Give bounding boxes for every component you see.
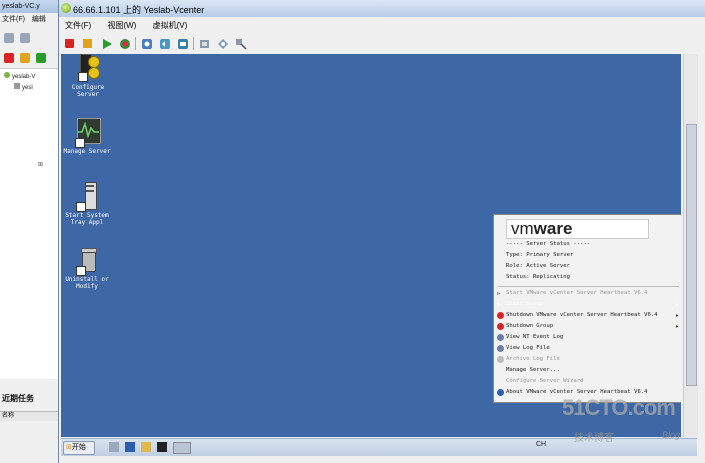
pause-icon[interactable] bbox=[20, 53, 30, 63]
bg-menu-edit[interactable]: 编辑 bbox=[32, 16, 46, 23]
network-icon[interactable] bbox=[235, 37, 247, 50]
guest-desktop[interactable]: Configure Server Manage Server Start Sys… bbox=[61, 54, 681, 437]
desktop-icon-start-system-tray[interactable]: Start System Tray Appl bbox=[61, 182, 113, 226]
console-title: 66.66.1.101 上的 Yeslab-Vcenter bbox=[73, 5, 205, 15]
toolbar-separator bbox=[135, 37, 136, 50]
watermark-caption: 技术博客 bbox=[574, 433, 614, 444]
power-on-icon[interactable] bbox=[101, 37, 113, 49]
cd-icon[interactable] bbox=[199, 37, 211, 49]
manage-server-icon bbox=[75, 118, 101, 148]
powershell-icon[interactable] bbox=[125, 442, 135, 452]
vmware-logo: vmware bbox=[506, 219, 649, 239]
watermark-blog: Blog bbox=[662, 430, 681, 440]
background-menu: 文件(F) 编辑 bbox=[0, 14, 60, 25]
cmd-icon[interactable] bbox=[157, 442, 167, 452]
play-icon[interactable] bbox=[36, 53, 46, 63]
back-icon[interactable] bbox=[4, 33, 14, 43]
snapshot-manager-icon[interactable] bbox=[177, 37, 189, 49]
info-icon bbox=[497, 389, 504, 396]
scroll-thumb[interactable] bbox=[686, 124, 697, 386]
archive-icon bbox=[497, 356, 504, 363]
stop-icon bbox=[497, 312, 504, 319]
watermark-site: 51CTO.com bbox=[562, 395, 676, 420]
watermark: 51CTO.com 技术博客 Blog bbox=[562, 395, 702, 455]
vsphere-icon bbox=[61, 3, 71, 13]
tree-expander[interactable]: ⊞ bbox=[38, 161, 43, 168]
submenu-arrow-icon: ▸ bbox=[675, 312, 679, 319]
snapshot-icon[interactable] bbox=[141, 37, 153, 49]
forward-icon[interactable] bbox=[20, 33, 30, 43]
desktop-icon-label: Uninstall or Modify bbox=[65, 276, 109, 290]
datacenter-icon bbox=[14, 83, 20, 89]
menu-separator bbox=[498, 286, 679, 287]
play-icon: ▶ bbox=[497, 290, 501, 297]
revert-snapshot-icon[interactable] bbox=[159, 37, 171, 49]
menu-file[interactable]: 文件(F) bbox=[65, 21, 91, 30]
name-column-header[interactable]: 名称 bbox=[0, 411, 60, 421]
desktop-icon-configure-server[interactable]: Configure Server bbox=[62, 54, 114, 98]
start-button[interactable]: ⊞开始 bbox=[63, 441, 95, 455]
console-toolbar bbox=[59, 34, 705, 52]
menu-view[interactable]: 视图(W) bbox=[107, 21, 136, 30]
log-icon bbox=[497, 345, 504, 352]
configure-server-icon bbox=[76, 54, 100, 82]
suspend-icon[interactable] bbox=[83, 39, 92, 48]
recycle-bin-icon bbox=[75, 246, 99, 276]
toolbar-separator bbox=[193, 37, 194, 50]
reset-icon[interactable] bbox=[119, 37, 131, 49]
system-tray-icon bbox=[75, 182, 99, 212]
console-title-bar: 66.66.1.101 上的 Yeslab-Vcenter bbox=[59, 0, 705, 17]
language-indicator[interactable]: CH bbox=[536, 441, 546, 448]
floppy-icon[interactable] bbox=[217, 37, 229, 49]
explorer-icon[interactable] bbox=[141, 442, 151, 452]
inventory-tree: yeslab-V yesl ⊞ bbox=[0, 68, 58, 379]
desktop-icon-manage-server[interactable]: Manage Server bbox=[61, 118, 113, 155]
vcenter-icon bbox=[4, 72, 10, 78]
server-manager-icon[interactable] bbox=[109, 442, 119, 452]
background-window: yeslab-VC.y 文件(F) 编辑 yeslab-V yesl ⊞ 近期任… bbox=[0, 0, 60, 463]
bg-menu-file[interactable]: 文件(F) bbox=[2, 16, 25, 23]
recent-tasks-heading: 近期任务 bbox=[2, 394, 34, 403]
desktop-icon-label: Start System Tray Appl bbox=[65, 212, 109, 226]
desktop-icon-uninstall[interactable]: Uninstall or Modify bbox=[61, 246, 113, 290]
tree-item-datacenter[interactable]: yesl bbox=[14, 83, 33, 91]
play-icon: ▶ bbox=[497, 301, 501, 308]
stop-icon bbox=[497, 323, 504, 330]
desktop-icon-label: Manage Server bbox=[63, 148, 111, 155]
console-window: 66.66.1.101 上的 Yeslab-Vcenter 文件(F) 视图(W… bbox=[58, 0, 705, 463]
menu-vm[interactable]: 虚拟机(V) bbox=[153, 21, 188, 30]
taskbar-window-icon[interactable] bbox=[173, 442, 191, 454]
desktop-icon-label: Configure Server bbox=[71, 84, 105, 98]
log-icon bbox=[497, 334, 504, 341]
submenu-arrow-icon: ▸ bbox=[675, 301, 679, 308]
heartbeat-tray-menu: vmware ----- Server Status ----- Type: P… bbox=[493, 214, 681, 403]
power-off-icon[interactable] bbox=[65, 39, 74, 48]
console-menu-bar: 文件(F) 视图(W) 虚拟机(V) bbox=[59, 19, 705, 33]
vertical-scrollbar[interactable] bbox=[683, 54, 698, 437]
submenu-arrow-icon: ▸ bbox=[675, 323, 679, 330]
background-window-title: yeslab-VC.y bbox=[0, 0, 60, 13]
tree-item-vcenter[interactable]: yeslab-V bbox=[4, 72, 35, 80]
stop-icon[interactable] bbox=[4, 53, 14, 63]
